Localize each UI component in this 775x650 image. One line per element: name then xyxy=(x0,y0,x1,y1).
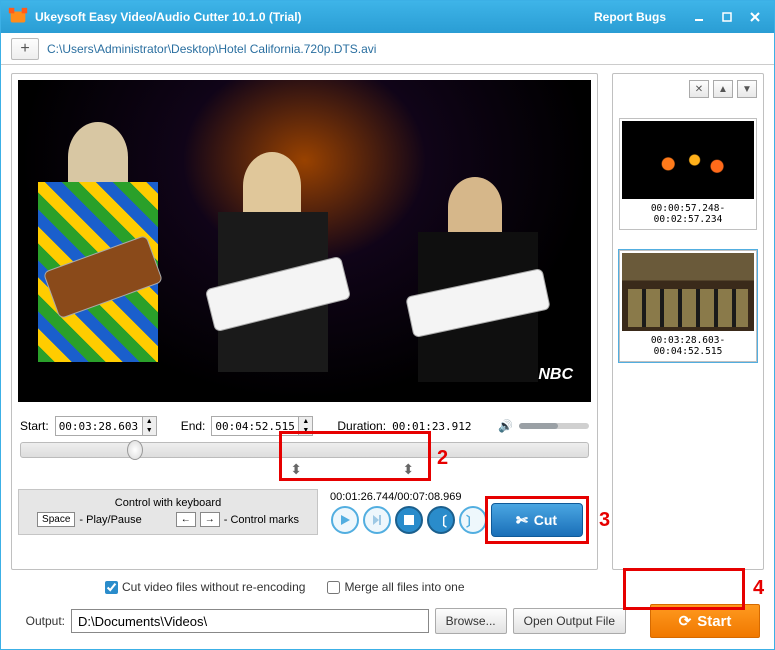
minimize-button[interactable] xyxy=(686,8,712,26)
seek-thumb[interactable] xyxy=(127,440,143,460)
key-space: Space xyxy=(37,512,75,527)
keyboard-hints: Control with keyboard Space - Play/Pause… xyxy=(18,489,318,535)
end-time-input[interactable]: ▲▼ xyxy=(211,416,313,436)
start-time-input[interactable]: ▲▼ xyxy=(55,416,157,436)
start-up[interactable]: ▲ xyxy=(143,417,156,426)
add-file-button[interactable]: + xyxy=(11,38,39,60)
volume-icon[interactable]: 🔊 xyxy=(498,419,513,433)
volume-slider[interactable] xyxy=(519,423,589,429)
browse-button[interactable]: Browse... xyxy=(435,608,507,634)
maximize-button[interactable] xyxy=(714,8,740,26)
no-reencode-checkbox[interactable]: Cut video files without re-encoding xyxy=(105,580,305,594)
duration-value: 00:01:23.912 xyxy=(392,420,471,433)
step-button[interactable] xyxy=(363,506,391,534)
mark-in[interactable]: ⬍ xyxy=(290,461,302,478)
clips-panel: ✕ ▲ ▼ 00:00:57.248-00:02:57.234 00:03:28… xyxy=(612,73,764,570)
mark-in-button[interactable]: 〔 xyxy=(427,506,455,534)
start-down[interactable]: ▼ xyxy=(143,426,156,435)
clip-range: 00:00:57.248-00:02:57.234 xyxy=(622,199,754,227)
mark-out-button[interactable]: 〕 xyxy=(459,506,487,534)
close-button[interactable] xyxy=(742,8,768,26)
stop-button[interactable] xyxy=(395,506,423,534)
app-title: Ukeysoft Easy Video/Audio Cutter 10.1.0 … xyxy=(35,10,302,24)
end-up[interactable]: ▲ xyxy=(299,417,312,426)
network-logo: NBC xyxy=(538,366,573,384)
merge-checkbox[interactable]: Merge all files into one xyxy=(327,580,464,594)
seek-bar[interactable] xyxy=(20,442,589,458)
file-path: C:\Users\Administrator\Desktop\Hotel Cal… xyxy=(47,42,376,56)
key-right: → xyxy=(200,512,220,527)
duration-label: Duration: xyxy=(337,419,386,433)
play-button[interactable] xyxy=(331,506,359,534)
key-left: ← xyxy=(176,512,196,527)
output-label: Output: xyxy=(15,614,65,628)
start-button[interactable]: ⟳ Start xyxy=(650,604,760,638)
remove-clip-button[interactable]: ✕ xyxy=(689,80,709,98)
clip-range: 00:03:28.603-00:04:52.515 xyxy=(622,331,754,359)
report-bugs-link[interactable]: Report Bugs xyxy=(594,10,666,24)
video-panel: NBC Start: ▲▼ End: ▲▼ Duration: 00:01:23… xyxy=(11,73,598,570)
scissors-icon: ✄ xyxy=(516,512,528,529)
app-logo xyxy=(7,6,29,28)
end-down[interactable]: ▼ xyxy=(299,426,312,435)
start-label: Start: xyxy=(20,419,49,433)
video-preview[interactable]: NBC xyxy=(18,80,591,402)
refresh-icon: ⟳ xyxy=(679,612,692,630)
open-output-button[interactable]: Open Output File xyxy=(513,608,626,634)
clip-item[interactable]: 00:03:28.603-00:04:52.515 xyxy=(619,250,757,362)
clip-item[interactable]: 00:00:57.248-00:02:57.234 xyxy=(619,118,757,230)
path-bar: + C:\Users\Administrator\Desktop\Hotel C… xyxy=(1,33,774,65)
move-up-button[interactable]: ▲ xyxy=(713,80,733,98)
kbd-title: Control with keyboard xyxy=(115,497,221,509)
marker-row: ⬍ ⬍ xyxy=(20,461,589,481)
move-down-button[interactable]: ▼ xyxy=(737,80,757,98)
output-path-input[interactable] xyxy=(71,609,429,633)
cut-button[interactable]: ✄ Cut xyxy=(491,503,583,537)
mark-out[interactable]: ⬍ xyxy=(402,461,414,478)
titlebar: Ukeysoft Easy Video/Audio Cutter 10.1.0 … xyxy=(1,1,774,33)
end-label: End: xyxy=(181,419,206,433)
clip-time: 00:01:26.744/00:07:08.969 xyxy=(326,489,462,503)
